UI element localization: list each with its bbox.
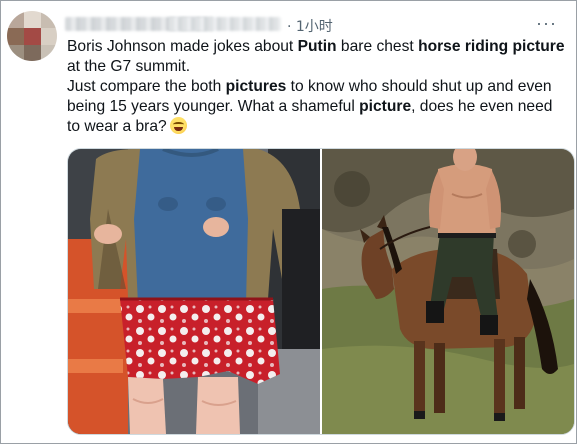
laughing-with-tears-icon: [169, 117, 187, 134]
avatar[interactable]: [7, 11, 57, 61]
media-grid: [67, 148, 575, 435]
text-segment: bare chest: [336, 38, 419, 55]
media-photo-left[interactable]: [68, 149, 320, 434]
photo-illustration: [68, 149, 320, 434]
highlight-keyword: picture: [359, 98, 412, 115]
tweet-text: Boris Johnson made jokes about Putin bar…: [67, 37, 565, 137]
highlight-keyword: pictures: [225, 78, 287, 95]
media-photo-right[interactable]: [322, 149, 574, 434]
tweet-paragraph-2: Just compare the both pictures to know w…: [67, 77, 565, 137]
tweet-card[interactable]: · 1小时 ··· Boris Johnson made jokes about…: [0, 0, 577, 444]
highlight-keyword: Putin: [297, 38, 337, 55]
timestamp[interactable]: · 1小时: [287, 16, 333, 36]
text-segment: Just compare the both: [67, 78, 226, 95]
highlight-keyword: horse riding picture: [418, 38, 565, 55]
author-handle-redacted[interactable]: [169, 17, 281, 31]
tweet-header: · 1小时 ···: [65, 13, 565, 35]
text-segment: at the G7 summit.: [67, 58, 191, 75]
tweet-paragraph-1: Boris Johnson made jokes about Putin bar…: [67, 37, 565, 77]
ellipsis-icon[interactable]: ···: [536, 13, 557, 34]
text-segment: Boris Johnson made jokes about: [67, 38, 298, 55]
photo-illustration: [322, 149, 574, 434]
